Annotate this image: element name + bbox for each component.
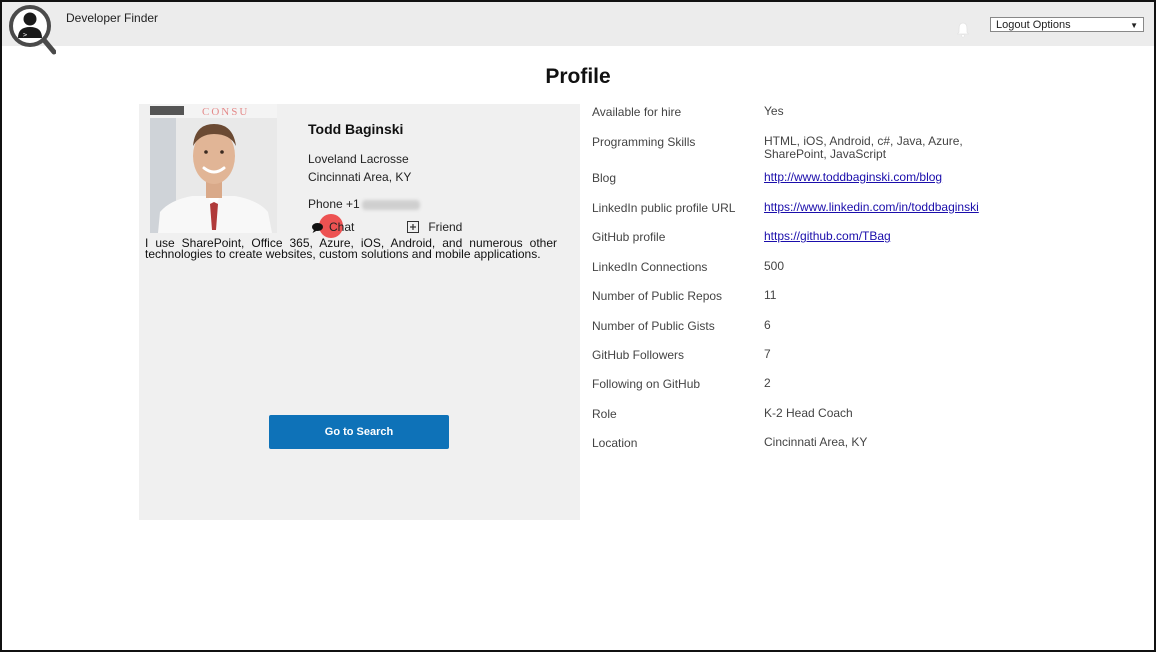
friend-label: Friend — [428, 220, 463, 234]
top-bar: >_ Developer Finder Logout Options ▼ — [2, 2, 1154, 55]
detail-label: Available for hire — [592, 105, 682, 119]
detail-label: Programming Skills — [592, 135, 696, 149]
add-friend-button[interactable]: Friend — [407, 220, 462, 234]
github-link[interactable]: https://github.com/TBag — [764, 230, 1004, 243]
detail-value: 6 — [764, 318, 771, 332]
phone-label: Phone +1 — [308, 197, 360, 211]
plus-square-icon — [407, 221, 419, 233]
profile-bio: I use SharePoint, Office 365, Azure, iOS… — [145, 236, 557, 261]
svg-text:>_: >_ — [23, 31, 32, 39]
developer-search-icon[interactable]: >_ — [8, 4, 56, 56]
profile-phone: Phone +1 — [308, 197, 420, 211]
profile-card: CONSU Todd Baginski Loveland Lacrosse Ci… — [139, 104, 580, 520]
logout-select-value: Logout Options — [996, 19, 1071, 31]
phone-number-redacted — [361, 199, 420, 210]
profile-location: Cincinnati Area, KY — [308, 170, 412, 184]
page-title: Profile — [545, 65, 611, 88]
detail-value: 7 — [764, 347, 771, 361]
blog-link[interactable]: http://www.toddbaginski.com/blog — [764, 171, 1004, 184]
detail-label: Following on GitHub — [592, 377, 701, 391]
detail-value: Cincinnati Area, KY — [764, 435, 868, 449]
bell-icon[interactable] — [956, 22, 970, 38]
detail-value: 2 — [764, 376, 771, 390]
detail-label: Location — [592, 436, 638, 450]
detail-label: GitHub profile — [592, 230, 666, 244]
detail-label: GitHub Followers — [592, 348, 685, 362]
app-window: >_ Developer Finder Logout Options ▼ Pro… — [0, 0, 1156, 652]
chat-button[interactable]: Chat — [309, 214, 355, 238]
detail-label: Blog — [592, 171, 617, 185]
detail-label: Number of Public Repos — [592, 289, 723, 303]
detail-value: K-2 Head Coach — [764, 406, 853, 420]
photo-sign-text: CONSU — [202, 106, 249, 118]
go-to-search-button[interactable]: Go to Search — [269, 415, 449, 449]
detail-label: LinkedIn Connections — [592, 260, 708, 274]
detail-value: 11 — [764, 288, 777, 302]
chat-label: Chat — [329, 220, 355, 234]
profile-photo: CONSU — [150, 104, 277, 233]
logout-options-select[interactable]: Logout Options ▼ — [990, 17, 1144, 32]
detail-label: Number of Public Gists — [592, 319, 715, 333]
profile-company: Loveland Lacrosse — [308, 152, 409, 166]
dropdown-arrow-icon: ▼ — [1130, 21, 1138, 30]
app-title: Developer Finder — [66, 11, 159, 25]
profile-name: Todd Baginski — [308, 121, 404, 137]
detail-label: LinkedIn public profile URL — [592, 201, 736, 215]
detail-value: Yes — [764, 104, 784, 118]
detail-value: HTML, iOS, Android, c#, Java, Azure, Sha… — [764, 134, 963, 161]
detail-label: Role — [592, 407, 617, 421]
linkedin-link[interactable]: https://www.linkedin.com/in/toddbaginski — [764, 201, 1004, 214]
detail-value: 500 — [764, 259, 785, 273]
